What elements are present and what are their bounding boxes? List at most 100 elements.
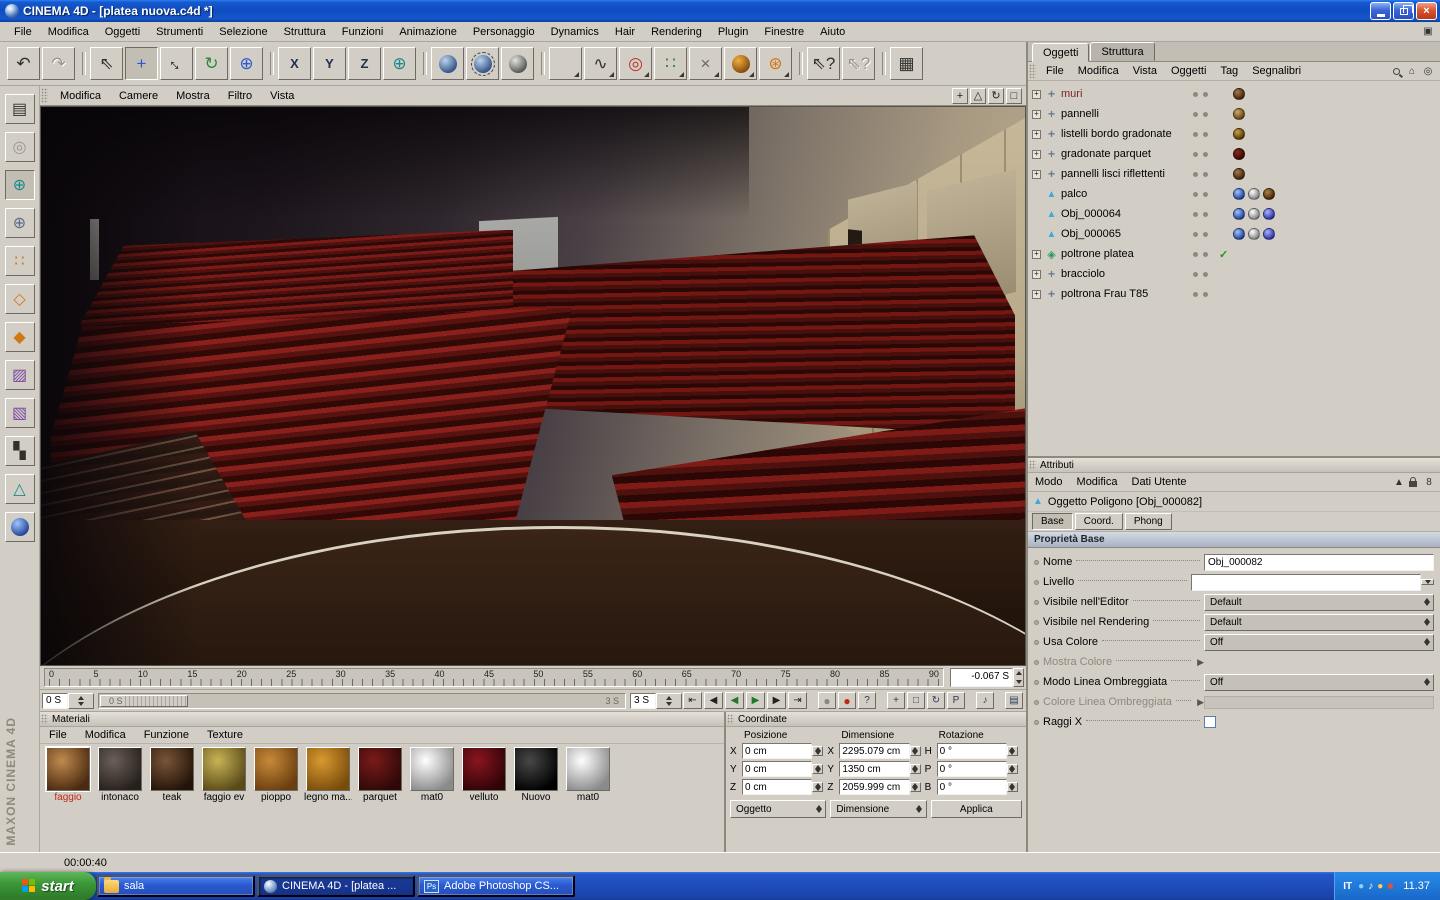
dimension-y-input[interactable] — [840, 762, 909, 776]
object-label[interactable]: Obj_000064 — [1061, 208, 1193, 220]
visibility-dots[interactable] — [1193, 151, 1219, 157]
raggi-x-checkbox[interactable] — [1204, 716, 1216, 728]
menu-item[interactable]: Selezione — [211, 24, 275, 40]
tab-struttura[interactable]: Struttura — [1090, 42, 1155, 61]
material-preview[interactable] — [150, 747, 194, 791]
position-z-stepper[interactable] — [812, 782, 824, 792]
material-tag-icon[interactable] — [1248, 188, 1260, 200]
expand-arrow-icon[interactable]: ▶ — [1197, 657, 1204, 668]
material-swatch[interactable]: intonaco — [95, 747, 145, 803]
object-manager-menu-item[interactable]: Oggetti — [1164, 63, 1213, 79]
range-end-value[interactable]: 3 S — [630, 692, 656, 709]
object-manager-menu-item[interactable]: File — [1039, 63, 1071, 79]
object-type-icon[interactable] — [1044, 107, 1059, 121]
panel-grip[interactable] — [727, 714, 734, 724]
position-x-stepper[interactable] — [812, 746, 824, 756]
frame-value[interactable]: -0.067 S — [950, 668, 1013, 687]
record-button[interactable]: ↻ — [927, 692, 945, 709]
toolbar-button[interactable]: ⊕ — [383, 47, 416, 80]
visibility-dots[interactable] — [1193, 251, 1219, 257]
toolbar-button[interactable] — [501, 47, 534, 80]
material-preview[interactable] — [98, 747, 142, 791]
material-swatch[interactable]: faggio — [43, 746, 93, 803]
object-label[interactable]: listelli bordo gradonate — [1061, 128, 1193, 140]
object-row[interactable]: + muri — [1032, 84, 1440, 104]
home-icon[interactable]: ⌂ — [1405, 65, 1419, 78]
rotation-h-input[interactable] — [937, 744, 1006, 758]
visibility-dots[interactable] — [1193, 231, 1219, 237]
material-preview[interactable] — [358, 747, 402, 791]
minimize-button[interactable] — [1370, 2, 1391, 20]
visibility-dots[interactable] — [1193, 211, 1219, 217]
expand-icon[interactable]: + — [1032, 89, 1041, 99]
material-tag-icon[interactable] — [1233, 188, 1245, 200]
taskbar-task[interactable]: Adobe Photoshop CS... — [417, 875, 575, 897]
anim-dot[interactable] — [1034, 699, 1039, 705]
menu-item[interactable]: Personaggio — [465, 24, 543, 40]
menu-item[interactable]: Finestre — [756, 24, 812, 40]
menu-item[interactable]: Aiuto — [812, 24, 853, 40]
tab-coord[interactable]: Coord. — [1074, 513, 1123, 530]
object-label[interactable]: pannelli lisci riflettenti — [1061, 168, 1193, 180]
materials-menu-item[interactable]: File — [40, 728, 76, 742]
material-tag-icon[interactable] — [1248, 208, 1260, 220]
mode-button[interactable]: ◆ — [4, 322, 35, 352]
material-swatch[interactable]: mat0 — [407, 747, 457, 803]
dimension-y-stepper[interactable] — [909, 764, 921, 774]
material-swatch[interactable]: legno ma... — [303, 747, 353, 803]
menu-item[interactable]: Animazione — [391, 24, 464, 40]
object-row[interactable]: Obj_000065 — [1032, 224, 1440, 244]
expand-icon[interactable]: + — [1032, 129, 1041, 139]
viewport-canvas[interactable] — [40, 106, 1026, 666]
attributes-menu-item[interactable]: Modifica — [1070, 474, 1125, 490]
material-preview[interactable] — [514, 747, 558, 791]
material-tag-icon[interactable] — [1233, 108, 1245, 120]
transport-button[interactable]: ◀ — [725, 692, 744, 709]
object-type-icon[interactable] — [1044, 229, 1059, 240]
range-start-value[interactable]: 0 S — [42, 692, 68, 709]
transport-button[interactable]: ⇤ — [683, 692, 702, 709]
object-row[interactable]: + gradonate parquet — [1032, 144, 1440, 164]
object-label[interactable]: palco — [1061, 188, 1193, 200]
object-label[interactable]: Obj_000065 — [1061, 228, 1193, 240]
material-preview[interactable] — [202, 747, 246, 791]
tab-oggetti[interactable]: Oggetti — [1032, 43, 1090, 62]
tab-base[interactable]: Base — [1032, 513, 1073, 530]
expand-icon[interactable]: + — [1032, 249, 1041, 259]
toolbar-button[interactable]: ∷ — [654, 47, 687, 80]
viewport-icon[interactable]: ↻ — [988, 87, 1004, 104]
toolbar-button[interactable]: X — [270, 47, 311, 80]
object-row[interactable]: + poltrona Frau T85 — [1032, 284, 1440, 304]
toolbar-button[interactable] — [724, 47, 757, 80]
anim-dot[interactable] — [1034, 659, 1039, 665]
material-tag-icon[interactable] — [1233, 128, 1245, 140]
toolbar-button[interactable]: ↶ — [7, 47, 40, 80]
toolbar-button[interactable]: ⇖? — [799, 47, 840, 80]
record-button[interactable]: ● — [818, 692, 836, 709]
transport-button[interactable]: ◀ — [704, 692, 723, 709]
mode-button[interactable]: ▧ — [4, 398, 35, 428]
toolbar-button[interactable]: × — [689, 47, 722, 80]
anim-dot[interactable] — [1034, 559, 1039, 565]
transport-button[interactable]: ⇥ — [788, 692, 807, 709]
mode-button[interactable]: ◎ — [4, 132, 35, 162]
viewport-icon[interactable]: + — [952, 87, 968, 104]
object-type-icon[interactable] — [1044, 248, 1059, 261]
material-preview[interactable] — [410, 747, 454, 791]
link-icon[interactable]: 8 — [1422, 476, 1436, 489]
rotation-b-stepper[interactable] — [1006, 782, 1018, 792]
restore-button[interactable] — [1393, 2, 1414, 20]
anim-dot[interactable] — [1034, 579, 1039, 585]
toolbar-button[interactable]: ∿ — [584, 47, 617, 80]
object-manager-menu-item[interactable]: Modifica — [1071, 63, 1126, 79]
visibility-dots[interactable] — [1193, 191, 1219, 197]
mode-dimension-select[interactable]: Dimensione — [830, 800, 927, 818]
object-manager-menu-item[interactable]: Vista — [1126, 63, 1164, 79]
anim-dot[interactable] — [1034, 599, 1039, 605]
record-button[interactable]: ♪ — [976, 692, 994, 709]
object-label[interactable]: gradonate parquet — [1061, 148, 1193, 160]
materials-menu-item[interactable]: Texture — [198, 728, 252, 742]
visibility-dots[interactable] — [1193, 111, 1219, 117]
transport-button[interactable]: ▶ — [767, 692, 786, 709]
menu-item[interactable]: Strumenti — [148, 24, 211, 40]
